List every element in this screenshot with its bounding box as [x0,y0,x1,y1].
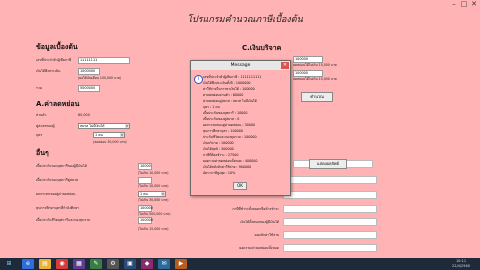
deduction-input[interactable] [138,177,152,184]
deduction-select[interactable]: 1 คน ▾ [138,191,166,197]
dialog-line: เงินได้หลังหักค่าใช้จ่าย : 900000 [203,165,252,169]
donation-heading: C.เงินบริจาค [242,44,282,52]
dialog-line: อัตราภาษีสูงสุด : 10% [203,171,236,175]
dialog-line: เบี้ยประกันของบุพการี : 10000 [203,111,248,115]
window-icon[interactable]: ▣ [124,259,136,269]
donation-input-2[interactable]: 100000 [293,70,323,77]
dialog-line: เบี้ยประกันของคู่สมรส : 0 [203,117,240,121]
personal-allowance-label: ส่วนตัว [36,113,47,117]
spouse-select[interactable]: สมรส ไม่มีเงินได้ ▾ [78,123,130,129]
window-titlebar: – □ ✕ [0,0,480,12]
chevron-down-icon: ▾ [120,133,124,137]
deduction-label: เบี้ยประกันของบุพการีคู่สมรส [36,178,79,182]
message-dialog: Message ✕ i เลขที่ประจำตัวผู้เสียภาษี : … [190,60,291,196]
children-label: บุตร [36,133,43,137]
deduction-label: ทุนการศึกษาบุตรที่กำลังศึกษา [36,206,80,210]
app-window: – □ ✕ โปรแกรมคำนวณภาษีเบื้องต้น ข้อมูลเบ… [0,0,480,270]
chrome-icon[interactable]: ◉ [56,259,68,269]
deduction-input[interactable]: 100000 [138,217,153,224]
summary-label: เงินได้ทั้งหมดของผู้มีเงินได้ [240,220,279,224]
summary-label: ภาษีที่ชำระทั้งหมดหรือค้างชำระ [232,207,279,211]
personal-allowance-value: 60,000 [78,113,90,117]
deduction-note: (ไม่เกิน 10,000 บาท) [138,184,169,188]
start-icon[interactable]: ⊞ [3,259,15,269]
minimize-button[interactable]: – [450,1,458,8]
maximize-button[interactable]: □ [460,1,468,8]
dialog-line: ประกันชีวิตและกองทุนรวม : 100000 [203,135,257,139]
browser-icon[interactable]: e [22,259,34,269]
deduction-select-value: 1 คน [140,192,148,196]
clock-date: 22/4/2560 [452,264,470,268]
income-note: (ผลได้เงินเดือน 100,000 บาท) [78,76,122,80]
deduction-note: (ไม่เกิน 10,000 บาท) [138,171,169,175]
summary-field[interactable] [283,205,377,213]
summary-label: ยอดหักค่าใช้จ่าย [254,233,279,237]
dialog-line: เงินได้สุทธิ : 500000 [203,147,234,151]
tax-id-label: เลขที่ประจำตัวผู้เสียภาษี [36,58,72,62]
other-income-input[interactable]: 5000000 [78,85,100,92]
close-button[interactable]: ✕ [470,1,478,8]
donation-note-2: ลดหย่อนได้ไม่เกิน 15,000 บาท [293,77,337,81]
summary-label: ยอดรวมค่าลดหย่อนทั้งหมด [239,246,279,250]
dialog-line: บุตร : 1 คน [203,105,220,109]
other-income-label: รวม [36,86,42,90]
tax-id-input[interactable]: 11111111 [78,57,130,64]
income-input[interactable]: 1000000 [78,68,100,75]
info-icon: i [194,75,203,84]
deduction-label: ผลกระทบของคู่ค่าลดหย่อน [36,192,76,196]
deduction-label: เบี้ยประกันของบุพการีของผู้มีเงินได้ [36,164,87,168]
settings-icon[interactable]: ⚙ [107,259,119,269]
donation-input-1[interactable]: 100000 [293,56,323,63]
dialog-ok-button[interactable]: OK [233,182,247,190]
media-icon[interactable]: ▶ [175,259,187,269]
children-note: (ลดหย่อน 30,000 บาท) [93,140,127,144]
summary-field[interactable] [283,176,377,184]
chevron-down-icon: ▾ [161,192,165,196]
spouse-label: คู่สมรสของผู้ [36,124,55,128]
deduction-label: เบี้ยประกันชีวิตบุพการีและกองทุนรวม [36,218,91,222]
file-explorer-icon[interactable]: ▤ [39,259,51,269]
chevron-down-icon: ▾ [125,124,129,128]
children-select[interactable]: 1 คน ▾ [93,132,125,138]
dialog-line: ค่าลดหย่อนส่วนตัว : 60000 [203,93,244,97]
clock[interactable]: 10:11 22/4/2560 [446,259,476,269]
dialog-title: Message [191,61,290,70]
summary-field[interactable] [283,218,377,226]
summary-field[interactable] [283,231,377,239]
app-title: โปรแกรมคำนวณภาษีเบื้องต้น [187,15,303,25]
dialog-line: เงินได้พึงประเมินทั้งปี : 1000000 [203,81,251,85]
children-select-value: 1 คน [95,133,103,137]
vs-icon[interactable]: ◆ [141,259,153,269]
allowances-heading: A.ค่าลดหย่อน [36,100,80,108]
show-result-button[interactable]: แสดงผลลัพธ์ [309,159,347,169]
dialog-line: ค่าลดหย่อนคู่สมรส : สมรส ไม่มีเงินได้ [203,99,257,103]
donation-note-1: ลดหย่อนได้ไม่เกิน 15,000 บาท [293,63,337,67]
dialog-line: ทุนการศึกษาบุตร : 100000 [203,129,243,133]
dialog-line: เงินบริจาค : 100000 [203,141,234,145]
dialog-line: ยอดรวมค่าลดหย่อนทั้งหมด : 400000 [203,159,258,163]
editor-icon[interactable]: ✎ [90,259,102,269]
app-icon[interactable]: ▦ [73,259,85,269]
deduction-input[interactable]: 10000 [138,163,152,170]
dialog-line: ภาษีที่ต้องชำระ : 27500 [203,153,239,157]
deduction-note: (ไม่เกิน 15,000 บาท) [138,227,169,231]
dialog-close-button[interactable]: ✕ [281,62,289,69]
deduction-input[interactable]: 100000 [138,205,153,212]
summary-field[interactable] [283,191,377,199]
mail-icon[interactable]: ✉ [158,259,170,269]
income-label: เงินได้พึงประเมิน [36,69,61,73]
basic-info-heading: ข้อมูลเบื้องต้น [36,43,78,51]
summary-field[interactable] [283,244,377,252]
dialog-line: ค่าใช้จ่ายในการหาเงินได้ : 100000 [203,87,255,91]
deduction-note: (ไม่เกิน 30,000 บาท) [138,198,169,202]
calculate-button[interactable]: คำนวณ [301,92,333,102]
taskbar: ⊞ e ▤ ◉ ▦ ✎ ⚙ ▣ ◆ ✉ ▶ 10:11 22/4/2560 [0,258,480,270]
dialog-line: เลขที่ประจำตัวผู้เสียภาษี : 1111111111 [203,75,262,79]
other-deductions-heading: อื่นๆ [36,149,49,157]
spouse-select-value: สมรส ไม่มีเงินได้ [80,124,105,128]
dialog-line: ผลกระทบของคู่ค่าลดหย่อน : 30000 [203,123,256,127]
